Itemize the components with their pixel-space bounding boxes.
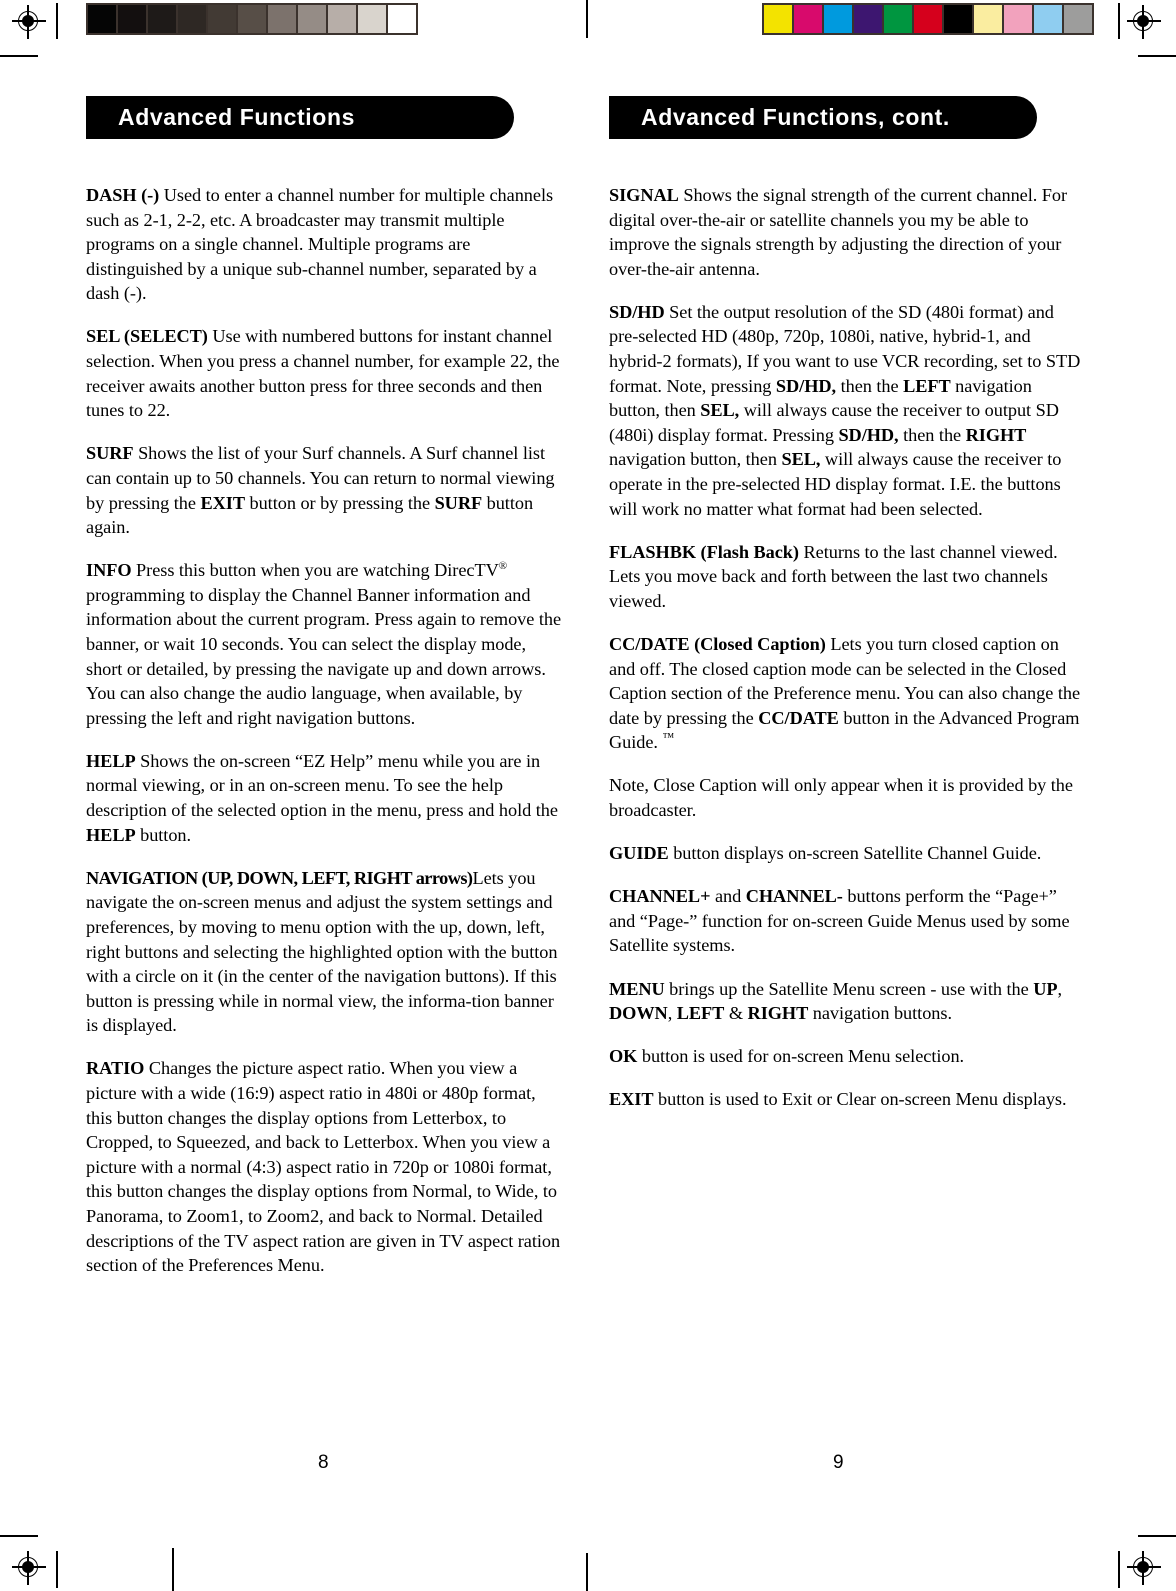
paragraph-menu: MENU brings up the Satellite Menu screen…: [609, 978, 1062, 1024]
page-number-right: 9: [833, 1452, 844, 1473]
page-number-left: 8: [318, 1452, 329, 1473]
paragraph-ok: OK button is used for on-screen Menu sel…: [609, 1046, 965, 1067]
right-page-body: SIGNAL Shows the signal strength of the …: [609, 183, 1084, 1112]
page-left: Advanced Functions DASH (-) Used to ente…: [86, 96, 561, 1278]
paragraph-sdhd: SD/HD Set the output resolution of the S…: [609, 301, 1081, 519]
section-header-right: Advanced Functions, cont.: [609, 96, 1037, 139]
section-header-left: Advanced Functions: [86, 96, 514, 139]
paragraph-ccdate: CC/DATE (Closed Caption) Lets you turn c…: [609, 634, 1081, 753]
paragraph-cc-note: Note, Close Caption will only appear whe…: [609, 775, 1073, 821]
paragraph-signal: SIGNAL Shows the signal strength of the …: [609, 185, 1068, 279]
paragraph-exit: EXIT button is used to Exit or Clear on-…: [609, 1089, 1067, 1110]
section-header-left-title: Advanced Functions: [118, 104, 355, 130]
paragraph-guide: GUIDE button displays on-screen Satellit…: [609, 843, 1042, 864]
paragraph-navigation: NAVIGATION (UP, DOWN, LEFT, RIGHT arrows…: [86, 867, 558, 1036]
section-header-right-title: Advanced Functions, cont.: [641, 104, 950, 130]
paragraph-info: INFO Press this button when you are watc…: [86, 560, 562, 728]
paragraph-channel: CHANNEL+ and CHANNEL- buttons perform th…: [609, 886, 1070, 956]
paragraph-surf: SURF Shows the list of your Surf channel…: [86, 443, 555, 538]
left-page-body: DASH (-) Used to enter a channel number …: [86, 183, 561, 1278]
page-spread: Advanced Functions DASH (-) Used to ente…: [0, 0, 1176, 1591]
paragraph-dash: DASH (-) Used to enter a channel number …: [86, 185, 554, 304]
paragraph-flashbk: FLASHBK (Flash Back) Returns to the last…: [609, 541, 1058, 611]
page-right: Advanced Functions, cont. SIGNAL Shows t…: [609, 96, 1084, 1112]
paragraph-ratio: RATIO Changes the picture aspect ratio. …: [86, 1058, 561, 1276]
paragraph-sel: SEL (SELECT) Use with numbered buttons f…: [86, 326, 560, 421]
paragraph-help: HELP Shows the on-screen “EZ Help” menu …: [86, 750, 558, 845]
